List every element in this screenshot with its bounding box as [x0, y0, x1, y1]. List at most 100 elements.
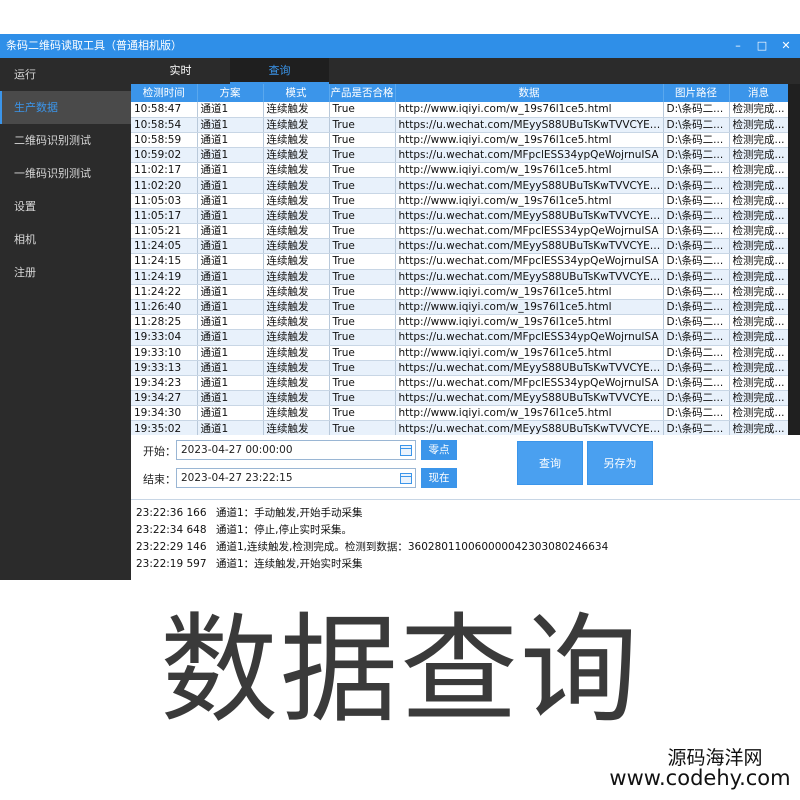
- maximize-icon[interactable]: □: [756, 40, 768, 52]
- table-row[interactable]: 19:34:30 通道1 连续触发 True http://www.iqiyi.com/…: [131, 405, 788, 422]
- column-header[interactable]: 检测时间: [131, 84, 198, 102]
- minimize-icon[interactable]: –: [732, 40, 744, 52]
- save-as-button[interactable]: 另存为: [587, 441, 653, 485]
- table-row[interactable]: 11:24:15 通道1 连续触发 True https://u.wechat.com/…: [131, 253, 788, 270]
- sidebar-item-production-data[interactable]: 生产数据: [0, 91, 131, 124]
- calendar-icon[interactable]: [400, 473, 412, 484]
- table-cell: 连续触发: [263, 147, 330, 164]
- table-row[interactable]: 10:59:02 通道1 连续触发 True https://u.wechat.com/…: [131, 147, 788, 164]
- table-row[interactable]: 11:24:22 通道1 连续触发 True http://www.iqiyi.com/…: [131, 284, 788, 300]
- start-datetime-input[interactable]: 2023-04-27 00:00:00: [176, 440, 416, 460]
- column-header[interactable]: 图片路径: [663, 84, 730, 102]
- table-row[interactable]: 11:05:17 通道1 连续触发 True https://u.wechat.com/…: [131, 208, 788, 225]
- table-row[interactable]: 11:05:03 通道1 连续触发 True http://www.iqiyi.com/…: [131, 193, 788, 209]
- table-row[interactable]: 11:28:25 通道1 连续触发 True http://www.iqiyi.com/…: [131, 314, 788, 331]
- table-cell: 检测完成...: [729, 390, 788, 407]
- table-cell: 通道1: [197, 162, 264, 179]
- table-row[interactable]: 11:02:17 通道1 连续触发 True http://www.iqiyi.com/…: [131, 162, 788, 179]
- column-header[interactable]: 消息: [729, 84, 788, 102]
- table-cell: True: [329, 132, 396, 149]
- close-icon[interactable]: ✕: [780, 40, 792, 52]
- sidebar-item-settings[interactable]: 设置: [0, 190, 131, 223]
- data-table-container[interactable]: 检测时间 方案 模式 产品是否合格 数据 图片路径 消息 10:58:47 通道1…: [131, 84, 788, 435]
- table-cell: 检测完成...: [729, 238, 788, 255]
- table-row[interactable]: 19:34:27 通道1 连续触发 True https://u.wechat.com/…: [131, 390, 788, 407]
- column-header[interactable]: 模式: [263, 84, 330, 102]
- table-cell: http://www.iqiyi.com/w_19s76l1ce5.html: [395, 102, 664, 118]
- table-cell: True: [329, 223, 396, 240]
- table-cell: D:\条码二...: [663, 405, 730, 422]
- sidebar-item-barcode-test[interactable]: 一维码识别测试: [0, 157, 131, 190]
- table-cell: 11:02:20: [131, 177, 198, 194]
- table-cell: 检测完成...: [729, 177, 788, 194]
- table-cell: 11:05:21: [131, 223, 198, 240]
- table-cell: 连续触发: [263, 208, 330, 225]
- scrollbar-thumb[interactable]: [790, 88, 798, 428]
- table-cell: http://www.iqiyi.com/w_19s76l1ce5.html: [395, 299, 664, 316]
- watermark-url: www.codehy.com: [609, 766, 791, 790]
- table-cell: 连续触发: [263, 132, 330, 149]
- calendar-icon[interactable]: [400, 445, 412, 456]
- table-row[interactable]: 11:02:20 通道1 连续触发 True https://u.wechat.com/…: [131, 177, 788, 194]
- table-row[interactable]: 19:34:23 通道1 连续触发 True https://u.wechat.com/…: [131, 375, 788, 392]
- table-row[interactable]: 11:24:05 通道1 连续触发 True https://u.wechat.com/…: [131, 238, 788, 255]
- sidebar-item-qrcode-test[interactable]: 二维码识别测试: [0, 124, 131, 157]
- log-entry: 23:22:29 146 通道1,连续触发,检测完成。检测到数据：3602801…: [131, 539, 800, 556]
- table-cell: 19:35:02: [131, 420, 198, 435]
- tab-realtime[interactable]: 实时: [131, 58, 230, 84]
- table-cell: D:\条码二...: [663, 102, 730, 118]
- column-header[interactable]: 产品是否合格: [329, 84, 396, 102]
- table-row[interactable]: 19:33:04 通道1 连续触发 True https://u.wechat.com/…: [131, 329, 788, 346]
- log-time: 23:22:34 648: [136, 524, 207, 536]
- table-cell: True: [329, 102, 396, 118]
- vertical-scrollbar[interactable]: [788, 84, 800, 435]
- table-cell: https://u.wechat.com/MEyyS88UBuTsKwTVVCY…: [395, 208, 664, 225]
- table-cell: D:\条码二...: [663, 299, 730, 316]
- table-cell: True: [329, 284, 396, 300]
- table-cell: https://u.wechat.com/MEyyS88UBuTsKwTVVCY…: [395, 177, 664, 194]
- table-cell: 通道1: [197, 177, 264, 194]
- table-cell: True: [329, 390, 396, 407]
- sidebar-item-register[interactable]: 注册: [0, 256, 131, 289]
- table-row[interactable]: 11:24:19 通道1 连续触发 True https://u.wechat.com/…: [131, 269, 788, 285]
- table-cell: 10:58:54: [131, 117, 198, 133]
- table-cell: 连续触发: [263, 360, 330, 376]
- column-header[interactable]: 数据: [395, 84, 664, 102]
- zero-button[interactable]: 零点: [421, 440, 457, 460]
- table-row[interactable]: 19:35:02 通道1 连续触发 True https://u.wechat.com/…: [131, 420, 788, 435]
- table-row[interactable]: 11:05:21 通道1 连续触发 True https://u.wechat.com/…: [131, 223, 788, 240]
- table-cell: 11:28:25: [131, 314, 198, 331]
- query-panel: 开始： 2023-04-27 00:00:00 零点 结束： 2023-04-2…: [131, 435, 800, 497]
- table-row[interactable]: 10:58:59 通道1 连续触发 True http://www.iqiyi.com/…: [131, 132, 788, 149]
- query-button[interactable]: 查询: [517, 441, 583, 485]
- table-row[interactable]: 10:58:47 通道1 连续触发 True http://www.iqiyi.com/…: [131, 102, 788, 118]
- sidebar-item-label: 二维码识别测试: [14, 134, 91, 147]
- watermark-site-name: 源码海洋网: [667, 747, 763, 769]
- table-cell: D:\条码二...: [663, 117, 730, 133]
- table-cell: 检测完成...: [729, 345, 788, 361]
- table-cell: http://www.iqiyi.com/w_19s76l1ce5.html: [395, 284, 664, 300]
- sidebar-item-run[interactable]: 运行: [0, 58, 131, 91]
- table-cell: https://u.wechat.com/MEyyS88UBuTsKwTVVCY…: [395, 238, 664, 255]
- table-cell: 通道1: [197, 345, 264, 361]
- table-cell: 通道1: [197, 269, 264, 285]
- table-cell: https://u.wechat.com/MFpclESS34ypQeWojrn…: [395, 223, 664, 240]
- table-cell: 连续触发: [263, 177, 330, 194]
- table-row[interactable]: 19:33:13 通道1 连续触发 True https://u.wechat.com/…: [131, 360, 788, 376]
- table-cell: 通道1: [197, 390, 264, 407]
- table-row[interactable]: 10:58:54 通道1 连续触发 True https://u.wechat.com/…: [131, 117, 788, 133]
- now-button[interactable]: 现在: [421, 468, 457, 488]
- table-cell: 检测完成...: [729, 420, 788, 435]
- table-row[interactable]: 11:26:40 通道1 连续触发 True http://www.iqiyi.com/…: [131, 299, 788, 316]
- table-cell: True: [329, 329, 396, 346]
- tab-query[interactable]: 查询: [230, 58, 329, 84]
- table-cell: 连续触发: [263, 269, 330, 285]
- sidebar-item-label: 注册: [14, 266, 36, 279]
- table-cell: D:\条码二...: [663, 375, 730, 392]
- table-cell: 通道1: [197, 223, 264, 240]
- table-cell: 连续触发: [263, 223, 330, 240]
- sidebar-item-camera[interactable]: 相机: [0, 223, 131, 256]
- column-header[interactable]: 方案: [197, 84, 264, 102]
- end-datetime-input[interactable]: 2023-04-27 23:22:15: [176, 468, 416, 488]
- table-row[interactable]: 19:33:10 通道1 连续触发 True http://www.iqiyi.com/…: [131, 345, 788, 361]
